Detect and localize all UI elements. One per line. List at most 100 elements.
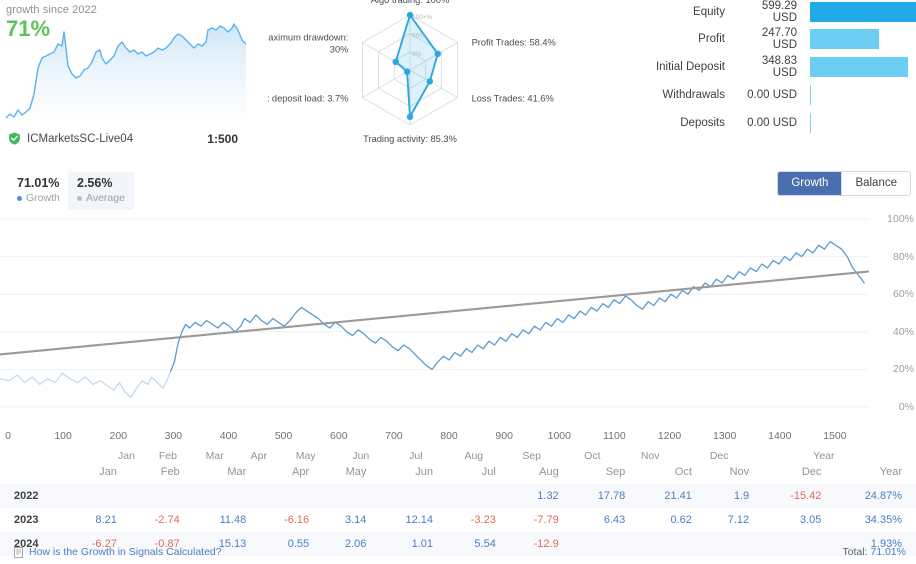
table-column-header: Nov: [729, 466, 750, 478]
deposits-row-label: Deposits: [680, 117, 725, 129]
growth-chart[interactable]: 100% 80% 60% 40% 20% 0%: [0, 213, 916, 413]
legend-average-label: Average: [86, 191, 125, 204]
table-column-header: Aug: [539, 466, 559, 478]
document-icon: [14, 546, 23, 558]
table-cell-month-value: [196, 484, 263, 508]
y-axis-tick: 0%: [898, 401, 914, 413]
deposits-row-bar-track: [810, 113, 916, 133]
table-cell-month-value: -15.42: [790, 490, 822, 502]
svg-text:Trading activity: 85.3%: Trading activity: 85.3%: [363, 134, 457, 144]
table-row-year: 2023: [14, 514, 39, 526]
table-cell-month-value: 21.41: [664, 490, 692, 502]
y-axis-tick: 100%: [887, 213, 914, 225]
table-cell-month-value: [325, 484, 382, 508]
profit-row-bar: [810, 29, 880, 49]
table-row: 2023 8.21 -2.74 11.48 -6.16 3.14 12.14 -3.23 -7.…: [0, 508, 916, 532]
svg-text:Profit Trades: 58.4%: Profit Trades: 58.4%: [472, 38, 556, 48]
y-axis-tick: 20%: [892, 363, 914, 376]
svg-text:Maximum drawdown:: Maximum drawdown:: [268, 33, 348, 43]
chart-x-axis: 0 100 200 300 400 500 600 700 800 900 1000 1100 1200…: [0, 414, 916, 462]
x-axis-tick: 0: [5, 430, 11, 442]
svg-text:30%: 30%: [330, 45, 349, 55]
shield-check-icon: [9, 132, 20, 145]
table-column-header: May: [345, 466, 367, 478]
footer-total: Total: 71.01%: [842, 546, 906, 558]
svg-text:Algo trading: 100%: Algo trading: 100%: [371, 0, 450, 5]
withdrawals-row-baseline: [810, 85, 811, 105]
toggle-balance-button[interactable]: Balance: [841, 172, 910, 195]
table-column-header: Sep: [605, 466, 626, 478]
initial-deposit-row-value: 348.83 USD: [761, 55, 797, 79]
x-axis-tick: 400: [219, 430, 238, 442]
table-column-header: Apr: [292, 466, 310, 478]
y-axis-tick: 60%: [892, 288, 914, 301]
equity-summary-list: Equity 599.29 USD Profit 247.70 USD Init…: [615, 0, 916, 145]
table-cell-month-value: [382, 484, 449, 508]
profit-row-bar-track: [810, 29, 916, 49]
equity-row-label: Equity: [693, 6, 725, 18]
profit-row: Profit 247.70 USD: [615, 27, 916, 51]
toggle-growth-button[interactable]: Growth: [778, 172, 842, 195]
initial-deposit-row: Initial Deposit 348.83 USD: [615, 55, 916, 79]
initial-deposit-row-label: Initial Deposit: [655, 61, 725, 73]
legend-growth-label-wrap: Growth: [17, 192, 60, 205]
table-column-header: [0, 460, 70, 484]
account-leverage: 1:500: [207, 132, 238, 146]
x-axis-tick: 700: [385, 430, 403, 442]
table-cell-month-value: 0.62: [670, 514, 692, 526]
x-axis-tick: 1500: [823, 430, 847, 442]
equity-row-bar-track: [810, 2, 916, 22]
growth-sparkline: [6, 23, 246, 122]
svg-text:0%: 0%: [412, 51, 422, 58]
signal-statistics-page: growth since 2022 71% ICMarketsSC-Live04: [0, 0, 916, 564]
withdrawals-row-value: 0.00 USD: [747, 89, 797, 101]
legend-average-value: 2.56%: [77, 176, 113, 190]
deposits-row-baseline: [810, 113, 811, 133]
table-cell-year-total: 24.87%: [864, 490, 902, 502]
y-axis-tick: 80%: [892, 250, 914, 263]
chart-mode-toggle[interactable]: Growth Balance: [777, 171, 911, 196]
account-name: ICMarketsSC-Live04: [27, 132, 134, 145]
x-axis-tick: 900: [495, 430, 513, 442]
chart-legend-row: 71.01% Growth 2.56% Average Growth Balan…: [0, 168, 916, 212]
monthly-growth-table: Jan Feb Mar Apr May Jun Jul Aug Sep Oct Nov Dec Year…: [0, 460, 916, 556]
table-cell-month-value: 1.9: [733, 490, 750, 502]
table-cell-month-value: [262, 484, 325, 508]
profit-row-label: Profit: [698, 33, 725, 45]
table-cell-month-value: 8.21: [95, 514, 117, 526]
deposits-row-value: 0.00 USD: [747, 117, 797, 129]
table-column-header: Dec: [801, 466, 822, 478]
table-cell-month-value: -2.74: [154, 514, 180, 526]
table-cell-month-value: 11.48: [219, 514, 247, 526]
legend-growth[interactable]: 71.01% Growth: [8, 172, 69, 210]
legend-average[interactable]: 2.56% Average: [68, 172, 134, 210]
equity-row-bar: [810, 2, 916, 22]
table-column-header: Jun: [415, 466, 433, 478]
x-axis-tick: 1400: [768, 430, 792, 442]
growth-calculation-link[interactable]: How is the Growth in Signals Calculated?: [14, 546, 222, 558]
summary-row: growth since 2022 71% ICMarketsSC-Live04: [0, 0, 916, 155]
table-column-header: Feb: [160, 466, 180, 478]
legend-growth-label: Growth: [26, 191, 60, 204]
table-row: 2022 1.32 17.78 21.41 1.9 -15.42 24.87%: [0, 484, 916, 508]
initial-deposit-row-bar-track: [810, 57, 916, 77]
table-cell-month-value: 12.14: [405, 514, 433, 526]
monthly-growth-table-element: Jan Feb Mar Apr May Jun Jul Aug Sep Oct Nov Dec Year…: [0, 460, 916, 556]
withdrawals-row: Withdrawals 0.00 USD: [615, 85, 916, 105]
withdrawals-row-label: Withdrawals: [662, 89, 725, 101]
table-cell-month-value: 1.32: [537, 490, 559, 502]
x-axis-tick: 600: [330, 430, 348, 442]
table-cell-month-value: [70, 484, 133, 508]
svg-text:100+%: 100+%: [412, 14, 433, 21]
table-cell-month-value: 6.43: [603, 514, 626, 526]
growth-summary-widget: growth since 2022 71% ICMarketsSC-Live04: [6, 4, 254, 154]
x-axis-tick: 500: [274, 430, 293, 442]
table-column-header: Jul: [481, 466, 496, 478]
table-cell-month-value: -3.23: [470, 514, 496, 526]
table-cell-month-value: 3.14: [344, 514, 367, 526]
chart-footer: How is the Growth in Signals Calculated?…: [0, 544, 916, 564]
x-axis-tick: 1100: [603, 430, 626, 442]
table-cell-month-value: 3.05: [799, 514, 822, 526]
table-column-header: Year: [879, 466, 902, 478]
x-axis-tick: 1200: [657, 430, 682, 442]
